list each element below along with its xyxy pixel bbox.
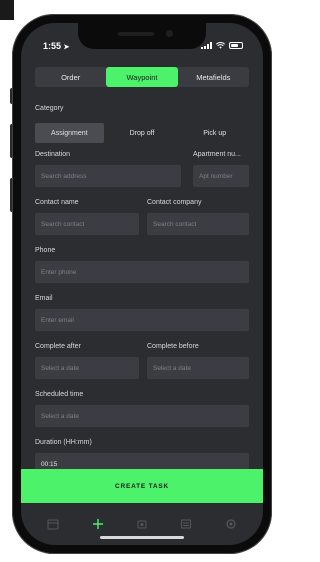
tab-waypoint[interactable]: Waypoint (106, 67, 178, 87)
contact-name-input[interactable]: Search contact (35, 213, 139, 235)
category-label: Category (35, 105, 64, 112)
complete-before-label: Complete before (147, 343, 199, 350)
duration-label: Duration (HH:mm) (35, 439, 92, 446)
status-time: 1:55 ➤ (43, 41, 70, 51)
tab-order[interactable]: Order (35, 67, 106, 87)
complete-before-input[interactable]: Select a date (147, 357, 249, 379)
top-corner-bar (0, 0, 14, 20)
app-screen: 1:55 ➤ Order Waypoint Metafields Categor… (21, 23, 263, 545)
category-pick-up[interactable]: Pick up (180, 123, 249, 143)
speaker (118, 32, 154, 36)
list-icon[interactable] (178, 516, 194, 532)
contact-name-label: Contact name (35, 199, 79, 206)
signal-icon (201, 42, 212, 49)
phone-label: Phone (35, 247, 56, 254)
system-icons (201, 42, 243, 49)
settings-icon[interactable] (223, 516, 239, 532)
drivers-icon[interactable] (134, 516, 150, 532)
create-task-button[interactable]: CREATE TASK (21, 469, 263, 503)
apartment-label: Apartment nu... (193, 151, 241, 158)
phone-frame: 1:55 ➤ Order Waypoint Metafields Categor… (12, 14, 272, 554)
category-selector: Assignment Drop off Pick up (35, 123, 249, 143)
plus-icon[interactable] (90, 516, 106, 532)
category-drop-off[interactable]: Drop off (108, 123, 177, 143)
apartment-input[interactable]: Apt number (193, 165, 249, 187)
complete-after-input[interactable]: Select a date (35, 357, 139, 379)
email-input[interactable]: Enter email (35, 309, 249, 331)
category-assignment[interactable]: Assignment (35, 123, 104, 143)
calendar-icon[interactable] (45, 516, 61, 532)
destination-label: Destination (35, 151, 71, 158)
scheduled-time-label: Scheduled time (35, 391, 84, 398)
battery-icon (229, 42, 243, 49)
phone-input[interactable]: Enter phone (35, 261, 249, 283)
contact-company-label: Contact company (147, 199, 202, 206)
camera (166, 30, 173, 37)
destination-input[interactable]: Search address (35, 165, 181, 187)
notch (78, 23, 206, 49)
wifi-icon (216, 42, 225, 49)
segmented-tabs: Order Waypoint Metafields (35, 67, 249, 87)
tab-metafields[interactable]: Metafields (178, 67, 249, 87)
complete-after-label: Complete after (35, 343, 81, 350)
contact-company-input[interactable]: Search contact (147, 213, 249, 235)
home-indicator[interactable] (100, 536, 184, 539)
email-label: Email (35, 295, 53, 302)
scheduled-time-input[interactable]: Select a date (35, 405, 249, 427)
status-bar: 1:55 ➤ (21, 23, 263, 59)
location-icon: ➤ (63, 44, 70, 51)
